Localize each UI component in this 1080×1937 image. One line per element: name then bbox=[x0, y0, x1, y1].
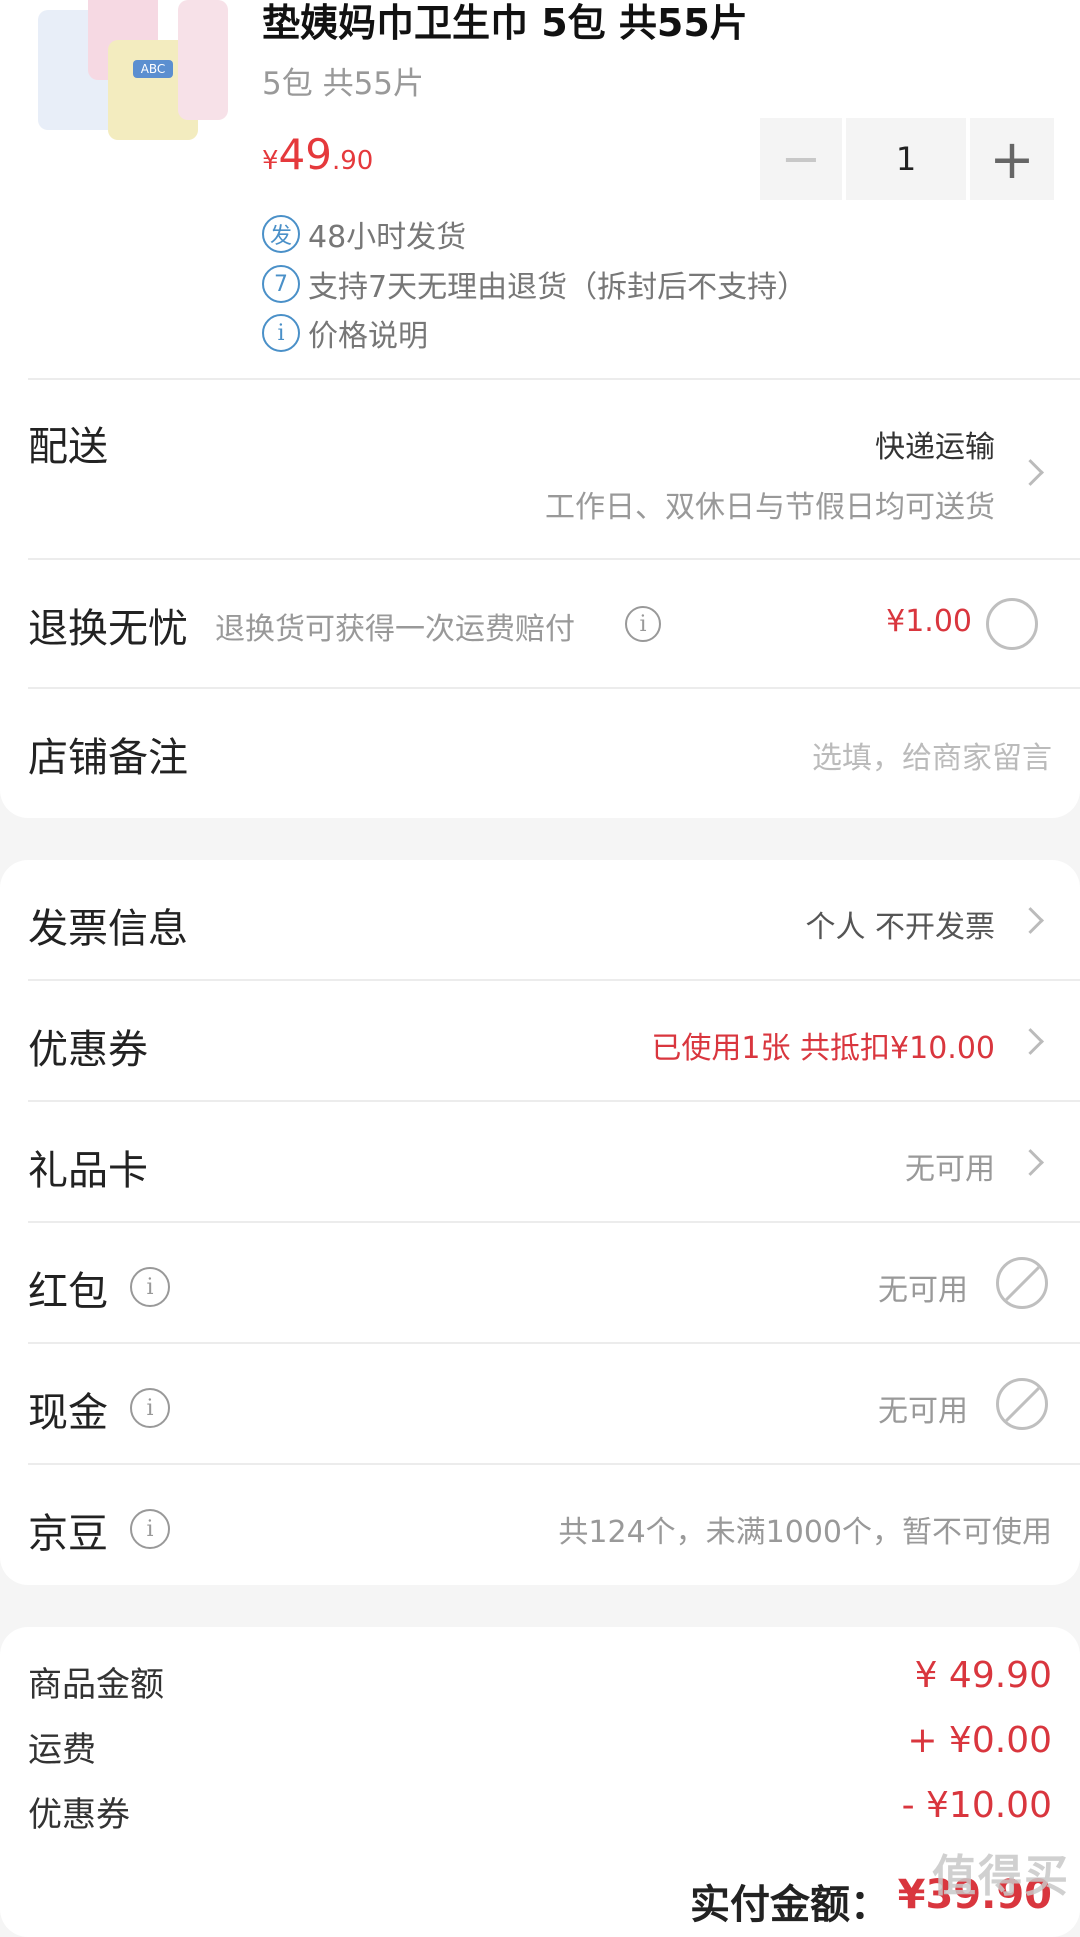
unavailable-icon bbox=[996, 1257, 1048, 1309]
product-title[interactable]: 垫姨妈巾卫生巾 5包 共55片 bbox=[262, 0, 748, 46]
delivery-row[interactable]: 配送 快递运输 工作日、双休日与节假日均可送货 bbox=[0, 380, 1080, 558]
quantity-stepper[interactable]: − 1 + bbox=[760, 118, 1054, 200]
seven-day-icon: 7 bbox=[262, 265, 300, 303]
chevron-right-icon bbox=[1017, 459, 1044, 486]
jingdou-value: 共124个，未满1000个，暂不可使用 bbox=[558, 1515, 1052, 1550]
gift-card-value: 无可用 bbox=[905, 1152, 995, 1187]
service-text: 支持7天无理由退货（拆封后不支持） bbox=[308, 270, 808, 305]
service-7day-return: 7 支持7天无理由退货（拆封后不支持） bbox=[262, 262, 807, 306]
service-text: 价格说明 bbox=[308, 319, 428, 354]
price-currency: ¥ bbox=[262, 146, 279, 176]
shipping-value: + ¥0.00 bbox=[907, 1720, 1052, 1761]
service-shipping-48h: 发 48小时发货 bbox=[262, 212, 466, 256]
delivery-note: 工作日、双休日与节假日均可送货 bbox=[545, 490, 995, 525]
price-decimal: .90 bbox=[332, 146, 374, 176]
info-icon[interactable]: i bbox=[130, 1267, 170, 1307]
product-spec: 5包 共55片 bbox=[262, 66, 425, 102]
coupon-label: 优惠券 bbox=[28, 1027, 148, 1073]
order-item-card: ABC 垫姨妈巾卫生巾 5包 共55片 5包 共55片 ¥49.90 − 1 +… bbox=[0, 0, 1080, 818]
goods-amount-label: 商品金额 bbox=[28, 1665, 164, 1705]
invoice-value: 个人 不开发票 bbox=[805, 910, 995, 945]
cash-row: 现金 i 无可用 bbox=[0, 1344, 1080, 1463]
coupon-summary-value: - ¥10.00 bbox=[901, 1785, 1052, 1826]
gift-card-row[interactable]: 礼品卡 无可用 bbox=[0, 1102, 1080, 1221]
chevron-right-icon bbox=[1017, 907, 1044, 934]
shop-note-row: 店铺备注 选填，给商家留言 bbox=[0, 689, 1080, 815]
delivery-label: 配送 bbox=[28, 424, 108, 470]
price-integer: 49 bbox=[278, 130, 332, 179]
info-icon[interactable]: i bbox=[625, 606, 661, 642]
return-insurance-desc: 退换货可获得一次运费赔付 bbox=[215, 612, 575, 647]
unavailable-icon bbox=[996, 1378, 1048, 1430]
info-icon[interactable]: i bbox=[130, 1509, 170, 1549]
red-packet-value: 无可用 bbox=[878, 1273, 968, 1308]
watermark-logo: 值得买 bbox=[932, 1851, 1070, 1902]
goods-amount-value: ¥ 49.90 bbox=[914, 1655, 1052, 1696]
red-packet-label: 红包 bbox=[28, 1269, 108, 1315]
chevron-right-icon bbox=[1017, 1149, 1044, 1176]
gift-card-label: 礼品卡 bbox=[28, 1148, 148, 1194]
cash-value: 无可用 bbox=[878, 1394, 968, 1429]
shop-note-input[interactable]: 选填，给商家留言 bbox=[812, 733, 1052, 777]
quantity-value[interactable]: 1 bbox=[846, 118, 966, 200]
jingdou-label: 京豆 bbox=[28, 1511, 108, 1557]
delivery-method: 快递运输 bbox=[875, 430, 995, 465]
shipping-label: 运费 bbox=[28, 1730, 96, 1770]
service-price-info[interactable]: i 价格说明 bbox=[262, 311, 428, 355]
product-image[interactable]: ABC bbox=[28, 0, 228, 145]
return-insurance-radio[interactable] bbox=[986, 598, 1038, 650]
price-summary-card: 商品金额 ¥ 49.90 运费 + ¥0.00 优惠券 - ¥10.00 实付金… bbox=[0, 1627, 1080, 1937]
return-insurance-row: 退换无忧 退换货可获得一次运费赔付 i ¥1.00 bbox=[0, 560, 1080, 688]
product-price: ¥49.90 bbox=[262, 130, 373, 189]
coupon-value: 已使用1张 共抵扣¥10.00 bbox=[651, 1031, 995, 1066]
return-insurance-price: ¥1.00 bbox=[886, 604, 972, 639]
invoice-row[interactable]: 发票信息 个人 不开发票 bbox=[0, 860, 1080, 980]
increase-button[interactable]: + bbox=[970, 118, 1054, 200]
ship-icon: 发 bbox=[262, 215, 300, 253]
info-icon[interactable]: i bbox=[130, 1388, 170, 1428]
jingdou-row: 京豆 i 共124个，未满1000个，暂不可使用 bbox=[0, 1465, 1080, 1584]
shop-note-label: 店铺备注 bbox=[28, 735, 188, 781]
return-insurance-label: 退换无忧 bbox=[28, 606, 188, 652]
decrease-button[interactable]: − bbox=[760, 118, 842, 200]
coupon-summary-label: 优惠券 bbox=[28, 1795, 130, 1835]
cash-label: 现金 bbox=[28, 1390, 108, 1436]
chevron-right-icon bbox=[1017, 1028, 1044, 1055]
red-packet-row: 红包 i 无可用 bbox=[0, 1223, 1080, 1342]
payment-options-card: 发票信息 个人 不开发票 优惠券 已使用1张 共抵扣¥10.00 礼品卡 无可用… bbox=[0, 860, 1080, 1585]
info-icon: i bbox=[262, 314, 300, 352]
service-text: 48小时发货 bbox=[308, 220, 467, 255]
pay-amount-label: 实付金额： bbox=[690, 1882, 890, 1928]
invoice-label: 发票信息 bbox=[28, 906, 188, 952]
coupon-row[interactable]: 优惠券 已使用1张 共抵扣¥10.00 bbox=[0, 981, 1080, 1100]
